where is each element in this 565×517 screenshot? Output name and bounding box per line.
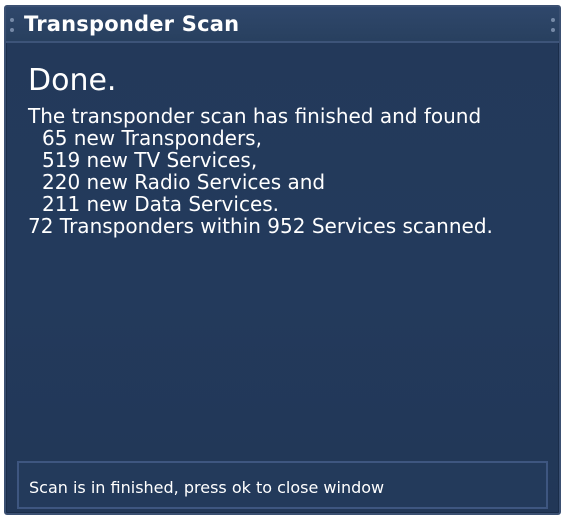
status-bar: Scan is in finished, press ok to close w… bbox=[17, 461, 548, 509]
window-title: Transponder Scan bbox=[24, 12, 240, 36]
found-tv-services: 519 new TV Services, bbox=[42, 148, 258, 172]
result-heading: Done. bbox=[28, 63, 117, 98]
found-data-services: 211 new Data Services. bbox=[42, 192, 280, 216]
result-summary: The transponder scan has finished and fo… bbox=[28, 104, 482, 128]
transponder-scan-window: Transponder Scan Done. The transponder s… bbox=[4, 5, 561, 515]
status-message: Scan is in finished, press ok to close w… bbox=[29, 478, 385, 497]
title-grip-left-icon bbox=[10, 18, 14, 32]
scan-result-panel: Done. The transponder scan has finished … bbox=[28, 63, 545, 237]
scan-totals: 72 Transponders within 952 Services scan… bbox=[28, 214, 493, 238]
found-transponders: 65 new Transponders, bbox=[42, 126, 262, 150]
title-bar: Transponder Scan bbox=[6, 7, 559, 43]
title-grip-right-icon bbox=[551, 18, 555, 32]
found-radio-services: 220 new Radio Services and bbox=[42, 170, 326, 194]
